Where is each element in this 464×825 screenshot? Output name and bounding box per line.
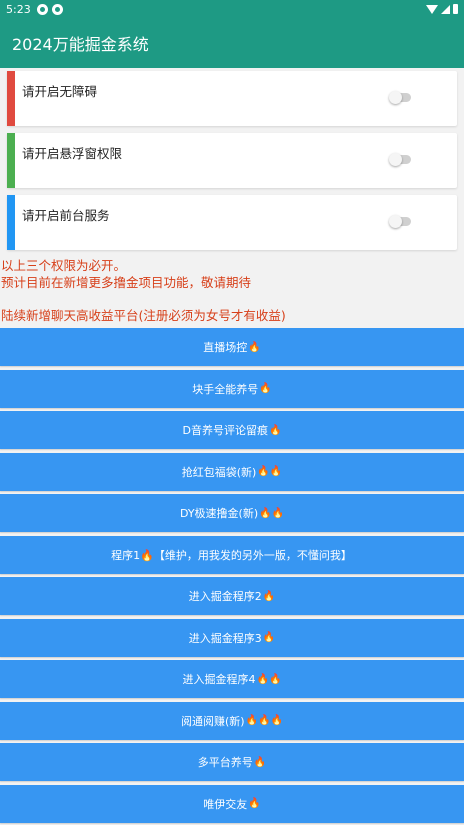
card-accent-bar (7, 133, 15, 188)
notice-line-upcoming: 预计目前在新增更多撸金项目功能，敬请期待 (1, 275, 252, 290)
dy-fast-earn-button[interactable]: DY极速撸金(新) 🔥🔥 (0, 494, 464, 532)
notice-spacer (1, 291, 464, 307)
button-label: 进入掘金程序4 (182, 673, 256, 686)
permission-card-foreground[interactable]: 请开启前台服务 (7, 195, 457, 250)
red-packet-button[interactable]: 抢红包福袋(新) 🔥🔥 (0, 452, 464, 491)
permission-card-overlay[interactable]: 请开启悬浮窗权限 (7, 133, 457, 188)
program-1-button[interactable]: 程序1🔥【维护，用我发的另外一版，不懂问我】 (0, 535, 464, 574)
program-2-button[interactable]: 进入掘金程序2 🔥 (0, 577, 464, 615)
fire-icon: 🔥🔥 (259, 507, 285, 519)
permission-label: 请开启前台服务 (22, 208, 110, 223)
feature-button-list: 直播场控 🔥 块手全能养号 🔥 D音养号评论留痕 🔥 抢红包福袋(新) 🔥🔥 DY极速撸… (0, 328, 464, 823)
button-label: 直播场控 (203, 341, 248, 354)
notice-line-required: 以上三个权限为必开。 (1, 258, 127, 273)
fire-icon: 🔥 (259, 383, 272, 394)
wifi-icon (426, 4, 438, 14)
button-label: 进入掘金程序2 (188, 590, 262, 603)
fire-icon: 🔥🔥 (256, 673, 282, 685)
permission-list: 请开启无障碍 请开启悬浮窗权限 请开启前台服务 (0, 68, 464, 250)
fire-icon: 🔥 (248, 798, 261, 809)
send-icon (51, 3, 63, 15)
permission-card-accessibility[interactable]: 请开启无障碍 (7, 71, 457, 126)
permission-label: 请开启无障碍 (22, 84, 98, 99)
notice-line-platform: 陆续新增聊天高收益平台(注册必须为女号才有收益) (1, 308, 286, 323)
live-control-button[interactable]: 直播场控 🔥 (0, 328, 464, 366)
toggle-knob (389, 215, 402, 228)
app-bar: 2024万能掘金系统 (0, 18, 464, 68)
fire-icon: 🔥🔥🔥 (245, 715, 283, 726)
foreground-service-toggle[interactable] (389, 215, 411, 228)
button-label: 进入掘金程序3 (188, 631, 262, 645)
button-label: 唯伊交友 (203, 797, 248, 811)
fire-icon: 🔥 (253, 756, 267, 768)
status-time: 5:23 (6, 2, 31, 16)
button-label: 多平台养号 (197, 756, 253, 769)
button-label: 抢红包福袋(新) (181, 465, 257, 479)
fire-icon: 🔥 (262, 632, 276, 643)
signal-icon (441, 4, 450, 14)
overlay-toggle[interactable] (389, 153, 411, 166)
app-title: 2024万能掘金系统 (12, 35, 149, 54)
comment-trace-button[interactable]: D音养号评论留痕 🔥 (0, 411, 464, 449)
read-earn-button[interactable]: 阅通阅赚(新) 🔥🔥🔥 (0, 701, 464, 740)
permission-label: 请开启悬浮窗权限 (22, 146, 123, 161)
status-bar: 5:23 (0, 0, 464, 18)
button-label: 程序1🔥【维护，用我发的另外一版，不懂问我】 (111, 548, 352, 562)
dating-button[interactable]: 唯伊交友 🔥 (0, 784, 464, 823)
program-4-button[interactable]: 进入掘金程序4 🔥🔥 (0, 660, 464, 698)
button-label: D音养号评论留痕 (182, 424, 269, 437)
card-accent-bar (7, 71, 15, 126)
card-accent-bar (7, 195, 15, 250)
notice-text: 以上三个权限为必开。 预计目前在新增更多撸金项目功能，敬请期待 陆续新增聊天高收… (0, 257, 464, 324)
battery-icon (453, 4, 458, 14)
button-label: 阅通阅赚(新) (181, 714, 245, 728)
button-label: 块手全能养号 (192, 382, 259, 396)
fire-icon: 🔥 (248, 341, 261, 353)
program-3-button[interactable]: 进入掘金程序3 🔥 (0, 618, 464, 657)
notification-icon (36, 3, 48, 15)
button-label: DY极速撸金(新) (179, 507, 259, 520)
fire-icon: 🔥 (262, 590, 276, 602)
toggle-knob (389, 153, 402, 166)
multi-platform-button[interactable]: 多平台养号 🔥 (0, 743, 464, 781)
toggle-knob (389, 91, 402, 104)
fire-icon: 🔥 (269, 424, 282, 436)
account-nurture-button[interactable]: 块手全能养号 🔥 (0, 369, 464, 408)
accessibility-toggle[interactable] (389, 91, 411, 104)
fire-icon: 🔥🔥 (257, 466, 283, 477)
